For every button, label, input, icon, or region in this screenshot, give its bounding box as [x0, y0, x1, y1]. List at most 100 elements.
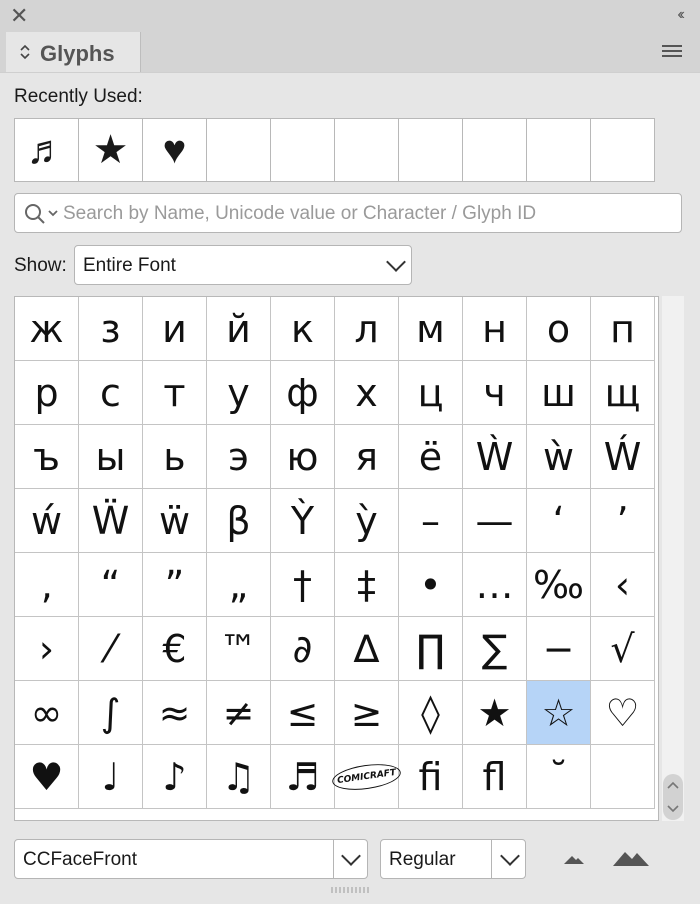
hamburger-menu-icon[interactable]: [662, 45, 682, 59]
font-style-dropdown[interactable]: Regular: [380, 839, 526, 879]
recent-glyph-cell[interactable]: [527, 119, 591, 181]
glyph-cell[interactable]: ≠: [207, 681, 271, 745]
glyph-cell[interactable]: с: [79, 361, 143, 425]
glyph-cell[interactable]: ∞: [15, 681, 79, 745]
glyph-cell[interactable]: ‰: [527, 553, 591, 617]
glyph-cell[interactable]: ц: [399, 361, 463, 425]
glyph-cell[interactable]: ™: [207, 617, 271, 681]
glyph-cell[interactable]: ’: [591, 489, 655, 553]
glyph-cell[interactable]: −: [527, 617, 591, 681]
search-field[interactable]: [14, 193, 682, 233]
glyph-cell[interactable]: †: [271, 553, 335, 617]
glyph-cell[interactable]: ♥: [15, 745, 79, 809]
glyph-cell[interactable]: ю: [271, 425, 335, 489]
glyph-cell[interactable]: …: [463, 553, 527, 617]
glyph-cell[interactable]: ∑: [463, 617, 527, 681]
scrollbar-thumb[interactable]: [663, 774, 683, 820]
glyph-cell[interactable]: ‡: [335, 553, 399, 617]
glyph-cell[interactable]: ы: [79, 425, 143, 489]
glyph-cell[interactable]: ỳ: [335, 489, 399, 553]
glyph-cell[interactable]: ẅ: [143, 489, 207, 553]
glyph-cell[interactable]: ъ: [15, 425, 79, 489]
close-icon[interactable]: ✕: [10, 4, 28, 28]
glyph-cell[interactable]: „: [207, 553, 271, 617]
glyph-cell[interactable]: л: [335, 297, 399, 361]
glyph-cell[interactable]: ∂: [271, 617, 335, 681]
glyph-cell[interactable]: у: [207, 361, 271, 425]
glyph-cell[interactable]: ∏: [399, 617, 463, 681]
recent-glyph-cell[interactable]: [335, 119, 399, 181]
glyph-cell[interactable]: ≤: [271, 681, 335, 745]
glyph-cell[interactable]: ›: [15, 617, 79, 681]
glyph-cell[interactable]: ★: [463, 681, 527, 745]
glyph-cell[interactable]: ё: [399, 425, 463, 489]
glyph-cell[interactable]: э: [207, 425, 271, 489]
glyph-cell[interactable]: ь: [143, 425, 207, 489]
glyph-cell[interactable]: ”: [143, 553, 207, 617]
glyph-cell[interactable]: ж: [15, 297, 79, 361]
glyph-cell[interactable]: ♡: [591, 681, 655, 745]
glyph-cell[interactable]: ẃ: [15, 489, 79, 553]
glyph-cell[interactable]: н: [463, 297, 527, 361]
recent-glyph-cell[interactable]: [271, 119, 335, 181]
recent-glyph-cell[interactable]: [399, 119, 463, 181]
glyph-cell[interactable]: х: [335, 361, 399, 425]
glyph-cell[interactable]: —: [463, 489, 527, 553]
glyph-cell[interactable]: ♫: [207, 745, 271, 809]
glyph-cell[interactable]: п: [591, 297, 655, 361]
glyph-cell[interactable]: ш: [527, 361, 591, 425]
glyph-cell[interactable]: з: [79, 297, 143, 361]
glyph-cell[interactable]: ẁ: [527, 425, 591, 489]
glyph-cell[interactable]: ⁄: [79, 617, 143, 681]
recent-glyph-cell[interactable]: ♬: [15, 119, 79, 181]
recent-glyph-cell[interactable]: ★: [79, 119, 143, 181]
glyph-cell[interactable]: ♬: [271, 745, 335, 809]
glyph-cell[interactable]: щ: [591, 361, 655, 425]
glyph-cell[interactable]: и: [143, 297, 207, 361]
recent-glyph-cell[interactable]: [591, 119, 654, 181]
recent-glyph-cell[interactable]: [463, 119, 527, 181]
glyph-cell[interactable]: ч: [463, 361, 527, 425]
glyph-cell[interactable]: ‹: [591, 553, 655, 617]
glyph-cell[interactable]: ≈: [143, 681, 207, 745]
glyph-cell[interactable]: €: [143, 617, 207, 681]
glyph-cell[interactable]: т: [143, 361, 207, 425]
glyph-cell[interactable]: β: [207, 489, 271, 553]
search-icon[interactable]: [23, 202, 63, 226]
glyph-cell[interactable]: к: [271, 297, 335, 361]
glyph-cell[interactable]: ∆: [335, 617, 399, 681]
glyph-cell[interactable]: “: [79, 553, 143, 617]
glyph-cell[interactable]: –: [399, 489, 463, 553]
glyph-cell[interactable]: м: [399, 297, 463, 361]
search-input[interactable]: [61, 200, 675, 228]
glyph-grid-scrollbar[interactable]: [662, 296, 684, 821]
recent-glyph-cell[interactable]: [207, 119, 271, 181]
glyph-cell[interactable]: ◊: [399, 681, 463, 745]
font-family-dropdown[interactable]: CCFaceFront: [14, 839, 368, 879]
show-dropdown[interactable]: Entire Font: [74, 245, 412, 285]
glyph-cell[interactable]: я: [335, 425, 399, 489]
glyph-cell[interactable]: ˘: [527, 745, 591, 809]
glyph-cell[interactable]: ☆: [527, 681, 591, 745]
glyph-cell[interactable]: COMICRAFT: [330, 745, 403, 809]
glyph-cell[interactable]: ♪: [143, 745, 207, 809]
glyph-cell[interactable]: р: [15, 361, 79, 425]
glyph-cell[interactable]: [591, 745, 655, 809]
glyph-cell[interactable]: й: [207, 297, 271, 361]
glyph-cell[interactable]: Ỳ: [271, 489, 335, 553]
glyph-cell[interactable]: Ẁ: [463, 425, 527, 489]
glyph-cell[interactable]: ‘: [527, 489, 591, 553]
glyph-cell[interactable]: ♩: [79, 745, 143, 809]
glyph-cell[interactable]: ﬁ: [399, 745, 463, 809]
resize-grip-icon[interactable]: [330, 886, 370, 894]
large-mountain-icon[interactable]: [612, 844, 650, 868]
small-mountain-icon[interactable]: [562, 848, 586, 868]
collapse-panel-icon[interactable]: ‹‹: [677, 6, 684, 24]
glyph-cell[interactable]: ∫: [79, 681, 143, 745]
glyph-cell[interactable]: ‚: [15, 553, 79, 617]
glyph-cell[interactable]: ≥: [335, 681, 399, 745]
glyph-cell[interactable]: Ẅ: [79, 489, 143, 553]
recent-glyph-cell[interactable]: ♥: [143, 119, 207, 181]
glyph-cell[interactable]: о: [527, 297, 591, 361]
glyph-cell[interactable]: •: [399, 553, 463, 617]
